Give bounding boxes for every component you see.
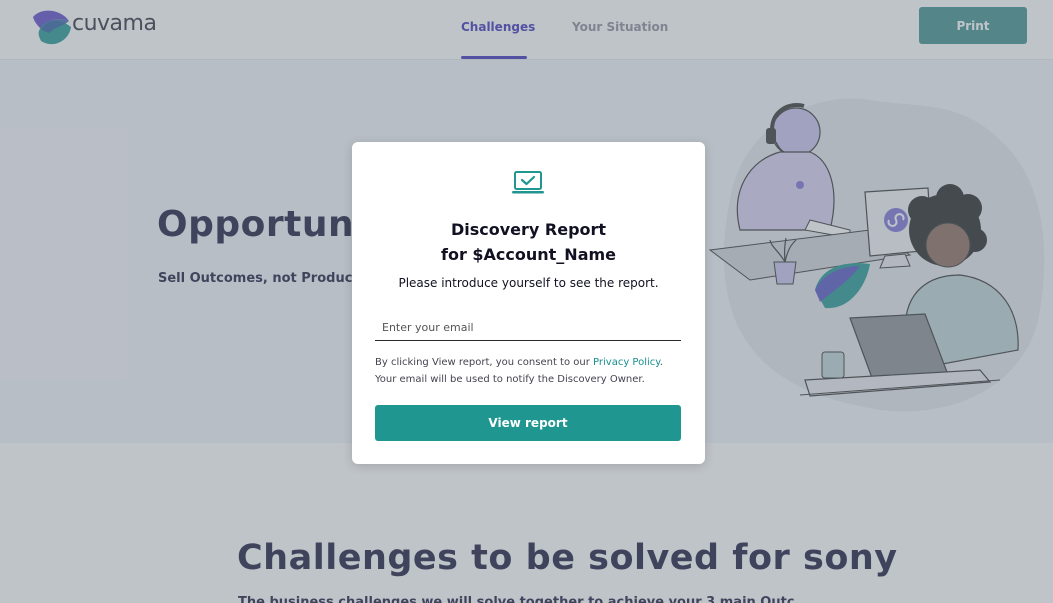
consent-suffix: . xyxy=(659,357,663,368)
view-report-button[interactable]: View report xyxy=(375,405,681,441)
notify-text: Your email will be used to notify the Di… xyxy=(375,374,645,385)
laptop-check-icon xyxy=(512,171,544,194)
privacy-policy-link[interactable]: Privacy Policy xyxy=(593,357,660,368)
email-input[interactable] xyxy=(375,314,681,341)
modal-title-line1: Discovery Report xyxy=(450,220,607,239)
modal-title-line2: for $Account_Name xyxy=(440,245,617,264)
modal-description: Please introduce yourself to see the rep… xyxy=(398,276,659,290)
consent-prefix: By clicking View report, you consent to … xyxy=(375,357,594,368)
discovery-report-modal: Discovery Report for $Account_Name Pleas… xyxy=(352,142,705,464)
consent-text: By clicking View report, you consent to … xyxy=(375,354,685,388)
